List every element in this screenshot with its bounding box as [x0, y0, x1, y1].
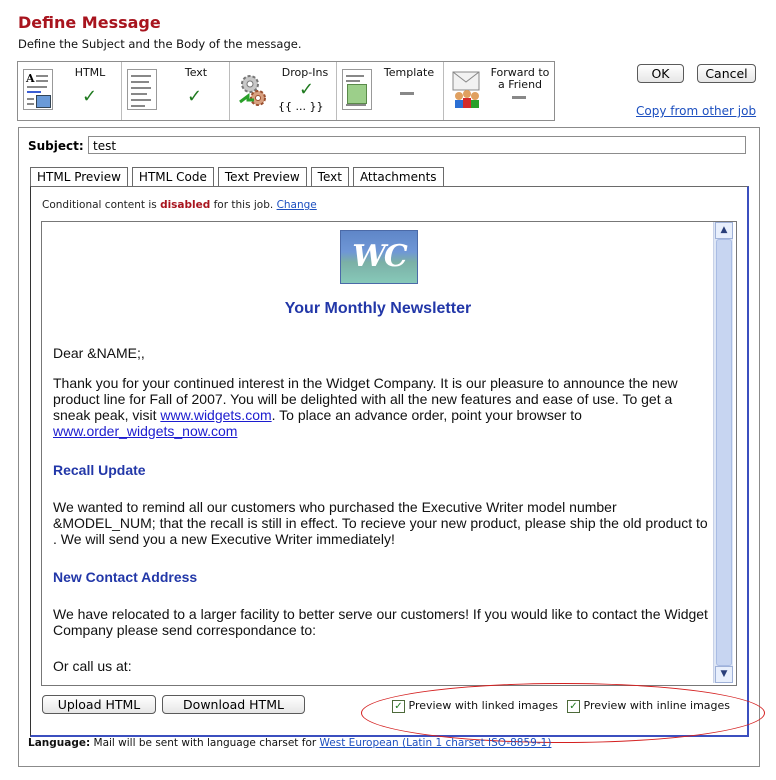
step-template-label: Template: [383, 66, 435, 79]
language-label: Language:: [28, 737, 91, 749]
call-us-text: Or call us at:: [53, 658, 132, 674]
message-tabs: HTML Preview HTML Code Text Preview Text…: [30, 167, 448, 188]
step-text-label: Text: [184, 66, 208, 79]
step-forward-label: Forward to a Friend: [490, 66, 550, 91]
step-html-check-icon: ✓: [82, 86, 98, 107]
recall-heading: Recall Update: [53, 462, 146, 478]
message-steps-bar: A HTML ✓ Text ✓ Drop-Ins ✓ {{...}} Tem…: [17, 61, 555, 121]
intro-text-b: . To place an advance order, point your …: [271, 407, 582, 423]
conditional-prefix: Conditional content is: [42, 199, 161, 211]
step-template[interactable]: Template: [337, 62, 444, 120]
step-text-check-icon: ✓: [187, 86, 203, 107]
step-template-dash-icon: [400, 92, 414, 95]
recall-paragraph: We wanted to remind all our customers wh…: [53, 499, 708, 547]
language-line: Language: Mail will be sent with languag…: [28, 737, 551, 749]
scroll-down-icon[interactable]: ▼: [715, 666, 733, 683]
gears-icon: [238, 72, 270, 108]
step-text[interactable]: Text ✓: [122, 62, 230, 120]
step-drop-ins-label: Drop-Ins: [281, 66, 329, 79]
tab-html-code[interactable]: HTML Code: [131, 167, 214, 187]
subject-input[interactable]: test: [88, 136, 746, 154]
preview-scrollbar[interactable]: ▲ ▼: [713, 222, 733, 683]
step-html[interactable]: A HTML ✓: [18, 62, 122, 120]
subject-label: Subject:: [28, 139, 84, 153]
widgets-link[interactable]: www.widgets.com: [160, 407, 271, 423]
step-forward-dash-icon: [512, 96, 526, 99]
template-thumbnail-icon: [342, 69, 372, 110]
tab-html-preview[interactable]: HTML Preview: [30, 167, 128, 188]
step-drop-ins-check-icon: ✓: [299, 79, 315, 100]
language-charset-link[interactable]: West European (Latin 1 charset ISO-8859-…: [320, 737, 552, 749]
newsletter-title: Your Monthly Newsletter: [284, 300, 472, 317]
language-text: Mail will be sent with language charset …: [90, 737, 320, 749]
forward-people-icon: [450, 70, 484, 110]
step-forward-to-friend[interactable]: Forward to a Friend: [444, 62, 554, 120]
conditional-content-notice: Conditional content is disabled for this…: [42, 199, 317, 211]
page-subtitle: Define the Subject and the Body of the m…: [18, 37, 302, 51]
scroll-up-icon[interactable]: ▲: [715, 222, 733, 239]
scrollbar-thumb[interactable]: [716, 239, 732, 666]
page-title: Define Message: [18, 13, 161, 32]
intro-paragraph: Thank you for your continued interest in…: [53, 375, 713, 439]
step-html-label: HTML: [74, 66, 106, 79]
greeting-text: Dear &NAME;,: [53, 345, 145, 361]
download-html-button[interactable]: Download HTML: [162, 695, 305, 714]
html-thumbnail-icon: A: [23, 69, 53, 110]
contact-paragraph: We have relocated to a larger facility t…: [53, 606, 708, 638]
tab-attachments[interactable]: Attachments: [352, 167, 444, 187]
highlight-ellipse: [361, 683, 765, 743]
tab-text[interactable]: Text: [310, 167, 349, 187]
contact-heading: New Contact Address: [53, 569, 198, 585]
drop-ins-placeholder: {{ ... }}: [278, 100, 324, 113]
company-logo: WC: [340, 230, 418, 284]
logo-text: WC: [352, 239, 408, 274]
conditional-state: disabled: [160, 199, 211, 211]
copy-from-other-job-link[interactable]: Copy from other job: [636, 104, 756, 118]
ok-button[interactable]: OK: [637, 64, 684, 83]
step-drop-ins[interactable]: Drop-Ins ✓ {{ ... }}: [230, 62, 337, 120]
change-link[interactable]: Change: [277, 199, 317, 211]
conditional-suffix: for this job.: [210, 199, 277, 211]
tab-text-preview[interactable]: Text Preview: [217, 167, 307, 187]
upload-html-button[interactable]: Upload HTML: [42, 695, 156, 714]
cancel-button[interactable]: Cancel: [697, 64, 756, 83]
text-thumbnail-icon: [127, 69, 157, 110]
order-widgets-link[interactable]: www.order_widgets_now.com: [53, 423, 237, 439]
